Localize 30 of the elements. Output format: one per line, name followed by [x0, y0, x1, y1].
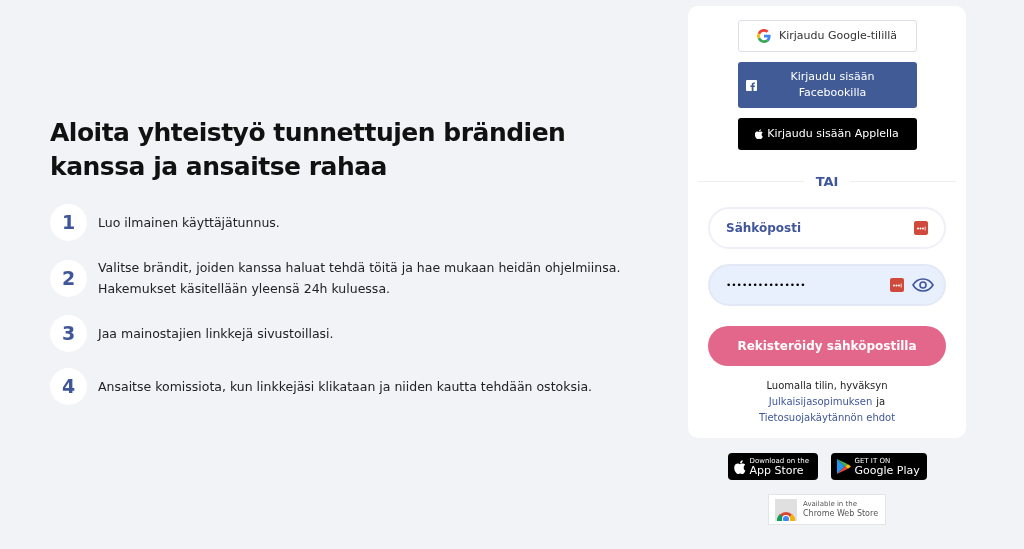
password-field[interactable]: ••••••••••••••• — [708, 263, 946, 306]
legal-conjunction: ja — [876, 394, 886, 409]
apple-login-button[interactable]: Kirjaudu sisään Applella — [737, 118, 917, 150]
facebook-login-button[interactable]: Kirjaudu sisään Facebookilla — [737, 62, 917, 108]
step-number: 4 — [50, 368, 87, 405]
publisher-agreement-link[interactable]: Julkaisijasopimuksen — [768, 393, 873, 410]
step-number: 1 — [50, 204, 87, 241]
step-text: Ansaitse komissiota, kun linkkejäsi klikataan ja niiden kautta tehdään ostoksia. — [98, 378, 593, 396]
apple-logo-icon — [755, 129, 764, 139]
play-triangle-icon — [836, 459, 851, 474]
google-logo-icon — [756, 29, 771, 43]
step-text: Hakemukset käsitellään yleensä 24h kuluessa. — [98, 280, 392, 298]
badge-title: Google Play — [854, 464, 920, 476]
step-text: Luo ilmainen käyttäjätunnus. — [98, 214, 280, 232]
apple-logo-icon — [733, 459, 746, 474]
chrome-store-icon — [775, 498, 797, 521]
eye-icon[interactable] — [912, 277, 934, 292]
step-number: 2 — [50, 259, 87, 297]
legal-text: Luomalla tilin, hyväksyn — [766, 378, 888, 393]
badge-title: Chrome Web Store — [803, 508, 879, 519]
badge-title: App Store — [749, 464, 805, 476]
step-number: 3 — [50, 315, 87, 352]
step-text: Jaa mainostajien linkkejä sivustoillasi. — [98, 325, 334, 343]
divider-label: TAI — [814, 173, 840, 191]
google-login-button[interactable]: Kirjaudu Google-tilillä — [737, 20, 917, 52]
email-field[interactable]: Sähköposti — [708, 206, 946, 249]
step-text: Valitse brändit, joiden kanssa haluat tehdä töitä ja hae mukaan heidän ohjelmiinsa. — [98, 259, 621, 277]
privacy-policy-link[interactable]: Tietosuojakäytännön ehdot — [758, 409, 896, 426]
headline: Aloita yhteistyö tunnettujen brändien kanssa ja ansaitse rahaa — [50, 117, 567, 183]
facebook-icon — [745, 79, 757, 91]
